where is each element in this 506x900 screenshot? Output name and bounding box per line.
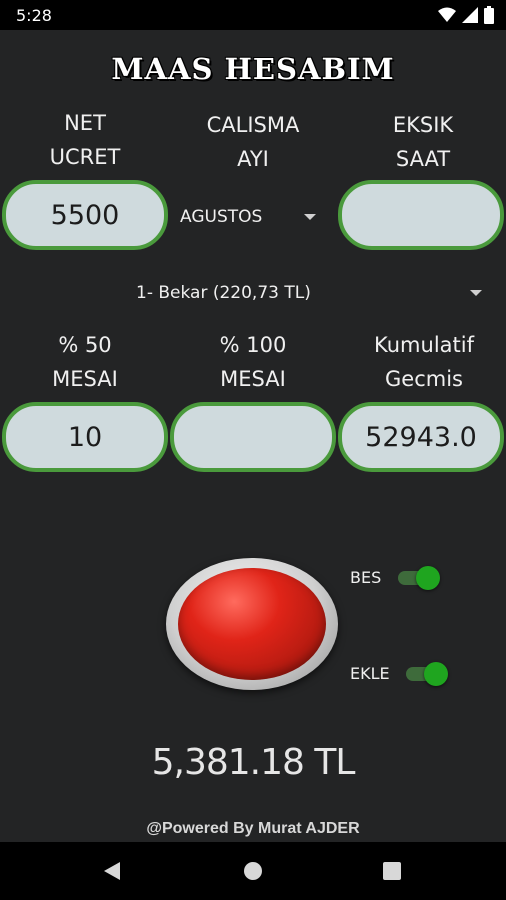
status-time: 5:28 [16,6,52,25]
bes-switch-label: BES [350,568,382,587]
chevron-down-icon [470,290,482,296]
app-title: MAAS HESABIM [111,52,395,86]
mesai-50-label-line1: % 50 [58,333,112,357]
eksik-saat-label-line1: EKSIK [392,113,454,137]
calisma-ayi-label: CALISMA AYI [178,108,328,176]
calculate-button-ring [166,558,338,690]
home-icon[interactable] [243,861,263,881]
ekle-switch-thumb [424,662,448,686]
back-icon[interactable] [102,861,122,881]
kumulatif-input[interactable]: 52943.0 [338,402,504,472]
mesai-100-label-line1: % 100 [219,333,287,357]
month-select-value: AGUSTOS [180,207,263,227]
net-ucret-label-line1: NET [64,111,106,135]
net-ucret-input[interactable]: 5500 [2,180,168,250]
mesai-100-input[interactable] [170,402,336,472]
calisma-ayi-label-line2: AYI [237,147,269,171]
battery-icon [484,6,494,24]
mesai-50-label-line2: MESAI [52,367,118,391]
kumulatif-label: Kumulatif Gecmis [346,328,502,396]
chevron-down-icon [304,214,316,220]
eksik-saat-label-line2: SAAT [395,147,451,171]
footer-credit: @Powered By Murat AJDER [146,820,360,837]
marital-status-select[interactable]: 1- Bekar (220,73 TL) [136,280,492,306]
calculate-button[interactable] [178,568,326,680]
app-screen: MAAS HESABIM NET UCRET CALISMA AYI EKSIK… [0,30,506,842]
net-ucret-label: NET UCRET [10,106,160,174]
bes-switch-thumb [416,566,440,590]
mesai-50-input[interactable]: 10 [2,402,168,472]
signal-icon [462,7,478,23]
kumulatif-label-line2: Gecmis [385,367,463,391]
ekle-switch[interactable] [402,660,450,688]
recents-icon[interactable] [383,862,401,880]
mesai-100-label: % 100 MESAI [178,328,328,396]
mesai-50-label: % 50 MESAI [10,328,160,396]
ekle-switch-label: EKLE [350,664,390,683]
eksik-saat-label: EKSIK SAAT [348,108,498,176]
month-select[interactable]: AGUSTOS [180,202,318,232]
mesai-100-label-line2: MESAI [220,367,286,391]
marital-status-value: 1- Bekar (220,73 TL) [136,283,311,303]
result-amount: 5,381.18 TL [151,742,356,783]
status-bar: 5:28 [0,0,506,30]
eksik-saat-input[interactable] [338,180,504,250]
wifi-icon [438,7,456,22]
net-ucret-label-line2: UCRET [49,145,121,169]
bes-switch[interactable] [394,564,442,592]
kumulatif-label-line1: Kumulatif [374,333,474,357]
status-icons [438,6,494,24]
navigation-bar [0,842,506,900]
calisma-ayi-label-line1: CALISMA [206,113,300,137]
